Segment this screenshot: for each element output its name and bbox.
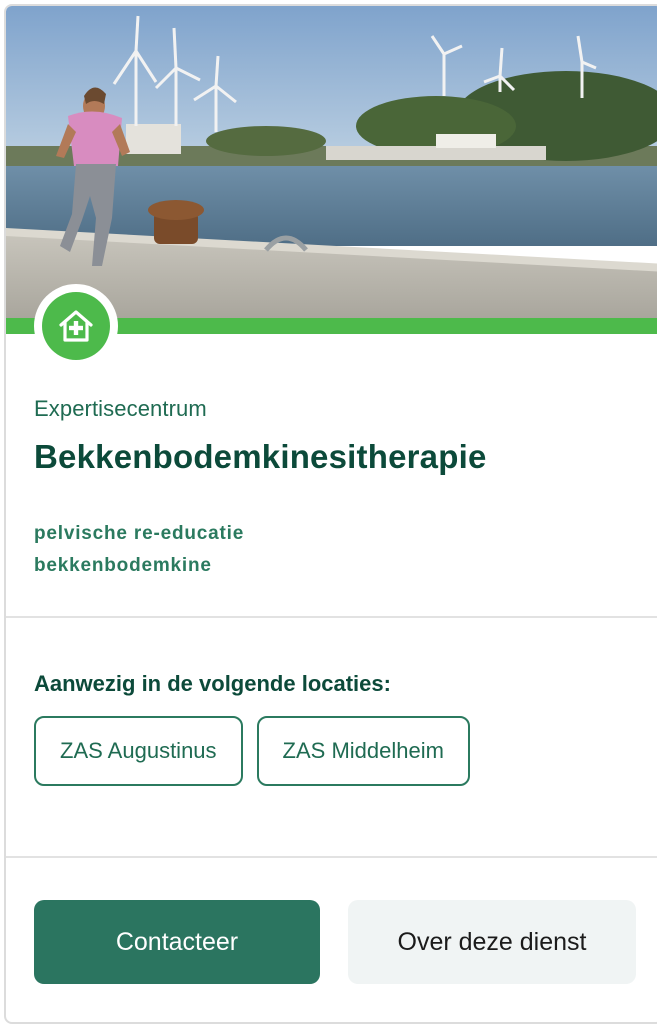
service-card: Expertisecentrum Bekkenbodemkinesitherap… (4, 4, 657, 1024)
location-list: ZAS Augustinus ZAS Middelheim (34, 716, 470, 786)
divider (6, 856, 657, 858)
about-service-button[interactable]: Over deze dienst (348, 900, 636, 984)
divider (6, 616, 657, 618)
service-title: Bekkenbodemkinesitherapie (34, 438, 487, 475)
service-category: Expertisecentrum (34, 396, 207, 421)
category-badge (34, 284, 118, 368)
keyword-tag: bekkenbodemkine (34, 555, 212, 576)
contact-button[interactable]: Contacteer (34, 900, 320, 984)
location-chip-augustinus[interactable]: ZAS Augustinus (34, 716, 243, 786)
keyword-list: pelvische re-educatie bekkenbodemkine (34, 518, 244, 582)
keyword-tag: pelvische re-educatie (34, 523, 245, 544)
location-chip-middelheim[interactable]: ZAS Middelheim (256, 716, 470, 786)
hero-image (6, 6, 657, 318)
hospital-house-icon (42, 292, 110, 360)
locations-heading: Aanwezig in de volgende locaties: (34, 671, 391, 696)
